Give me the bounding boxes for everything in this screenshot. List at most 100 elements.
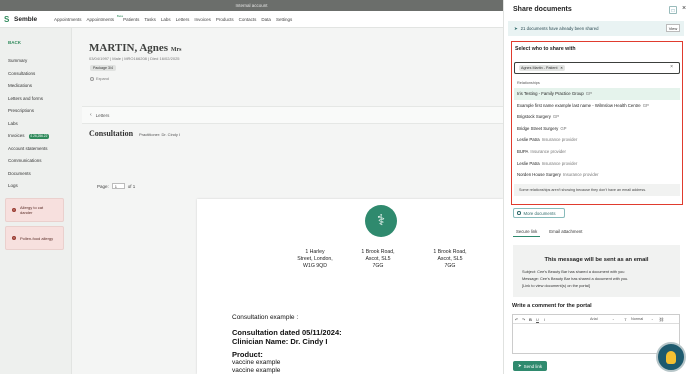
nav-appointments[interactable]: Appointments bbox=[54, 17, 82, 22]
font-select[interactable]: Arial bbox=[590, 317, 612, 321]
comment-editor[interactable]: ↶ ↷ B U I Arial ⌄ T Normal ⌄ ⛓ bbox=[512, 314, 680, 354]
sidebar-item-logs[interactable]: Logs bbox=[0, 180, 71, 193]
allergy-alert: ! Allergy to cat dander bbox=[5, 198, 64, 222]
link-icon[interactable]: ⛓ bbox=[658, 317, 665, 322]
share-documents-panel: Share documents □ × ➤ 21 documents have … bbox=[503, 0, 688, 374]
nav-labs[interactable]: Labs bbox=[161, 17, 171, 22]
sidebar-item-summary[interactable]: Summary bbox=[0, 55, 71, 68]
alert-icon: ! bbox=[12, 208, 16, 212]
sidebar-item-communications[interactable]: Communications bbox=[0, 155, 71, 168]
dropdown-note: Some relationships aren't showing becaus… bbox=[514, 184, 680, 196]
dropdown-option[interactable]: Leslie Patra Insurance provider bbox=[514, 134, 680, 146]
dropdown-option[interactable]: BUPA Insurance provider bbox=[514, 146, 680, 158]
sidebar-item-prescriptions[interactable]: Prescriptions bbox=[0, 105, 71, 118]
expand-toggle[interactable]: Expand bbox=[90, 77, 109, 81]
sidebar-item-invoices[interactable]: Invoices £ 26,256.22 bbox=[0, 130, 71, 143]
tab-secure-link[interactable]: Secure link bbox=[513, 227, 541, 237]
address-line: Ascot, SL5 bbox=[437, 255, 463, 262]
nav-letters[interactable]: Letters bbox=[176, 17, 190, 22]
semble-logo[interactable]: S Semble bbox=[4, 15, 48, 23]
sidebar-item-consultations[interactable]: Consultations bbox=[0, 68, 71, 81]
more-documents-button[interactable]: More documents bbox=[513, 208, 565, 218]
remove-chip-icon[interactable]: × bbox=[560, 66, 562, 70]
send-link-label: Send link bbox=[523, 363, 543, 369]
address-line: 1 Brook Road, bbox=[433, 249, 467, 255]
sidebar-item-documents[interactable]: Documents bbox=[0, 168, 71, 181]
back-link[interactable]: BACK bbox=[8, 40, 71, 45]
nav-products[interactable]: Products bbox=[216, 17, 234, 22]
product-item: vaccine example bbox=[232, 367, 281, 374]
option-name: Iris Testing - Family Practice Group bbox=[517, 91, 584, 96]
sidebar-item-medications[interactable]: Medications bbox=[0, 80, 71, 93]
address-line: 7GG bbox=[372, 262, 384, 269]
sidebar-item-account-statements[interactable]: Account statements bbox=[0, 143, 71, 156]
option-type: GP bbox=[552, 114, 560, 120]
undo-icon[interactable]: ↶ bbox=[513, 317, 520, 322]
allergy-alert: ! Pollen-food allergy bbox=[5, 226, 64, 250]
patient-meta: 03/04/1997 | Male | MRO166208 | Died 16/… bbox=[89, 56, 180, 61]
email-message-line: Message: Cee's Beauty Bar has shared a d… bbox=[522, 276, 629, 281]
view-button[interactable]: View bbox=[666, 24, 680, 32]
dropdown-option[interactable]: Brigstock Surgery GP bbox=[514, 111, 680, 123]
dropdown-option[interactable]: Bridge Street Surgery GP bbox=[514, 123, 680, 135]
tab-email-attachment[interactable]: Email attachment bbox=[546, 227, 585, 237]
dropdown-option[interactable]: Norden House Surgery Insurance provider bbox=[514, 169, 680, 181]
sidebar-item-labs[interactable]: Labs bbox=[0, 118, 71, 131]
consultation-example-text: Consultation example : bbox=[232, 314, 299, 321]
breadcrumb-link[interactable]: Letters bbox=[96, 113, 110, 118]
recipient-select[interactable]: Agnes Martin - Patient × × bbox=[514, 62, 680, 74]
clear-icon[interactable]: × bbox=[670, 64, 673, 70]
nav-settings[interactable]: Settings bbox=[276, 17, 292, 22]
send-link-button[interactable]: ➤ Send link bbox=[513, 361, 547, 371]
back-arrow-icon[interactable]: ‹ bbox=[90, 112, 92, 118]
sidebar-item-label: Account statements bbox=[8, 145, 48, 151]
close-icon[interactable]: × bbox=[682, 5, 686, 12]
expand-panel-icon[interactable]: □ bbox=[669, 6, 677, 14]
comment-label: Write a comment for the portal bbox=[512, 303, 592, 309]
dropdown-option[interactable]: Example first name example last name - W… bbox=[514, 100, 680, 112]
sidebar-item-label: Letters and forms bbox=[8, 95, 44, 101]
email-preview-title: This message will be sent as an email bbox=[544, 257, 649, 263]
italic-icon[interactable]: I bbox=[541, 317, 548, 322]
nav-appointments-beta[interactable]: Appointments Beta bbox=[87, 14, 124, 22]
sidebar-item-label: Documents bbox=[8, 170, 31, 176]
more-documents-label: More documents bbox=[523, 210, 556, 216]
product-item: vaccine example bbox=[232, 359, 281, 366]
nav-data[interactable]: Data bbox=[261, 17, 271, 22]
sidebar-item-label: Consultations bbox=[8, 70, 36, 76]
consultation-dated-text: Consultation dated 05/11/2024: bbox=[232, 328, 342, 337]
nav-contacts[interactable]: Contacts bbox=[239, 17, 257, 22]
redo-icon[interactable]: ↷ bbox=[520, 317, 527, 322]
dropdown-option[interactable]: Leslie Patra Insurance provider bbox=[514, 158, 680, 170]
underline-icon[interactable]: U bbox=[534, 317, 541, 322]
nav-tasks[interactable]: Tasks bbox=[144, 17, 156, 22]
patient-name-text: MARTIN, Agnes bbox=[89, 42, 169, 54]
size-select[interactable]: Normal bbox=[631, 317, 651, 321]
allergy-alert-text: Pollen-food allergy bbox=[20, 235, 54, 241]
brand-name: Semble bbox=[14, 15, 38, 23]
document-preview: ⚕ 1 Harley Street, London, W1G 9QD 1 Bro… bbox=[197, 199, 503, 374]
email-link-line: [Link to view document(s) on the portal] bbox=[522, 283, 590, 288]
option-name: Norden House Surgery bbox=[517, 172, 561, 178]
dropdown-option[interactable]: Iris Testing - Family Practice Group GP bbox=[514, 88, 680, 100]
sidebar-list: Summary Consultations Medications Letter… bbox=[0, 55, 71, 193]
banner-text: Internal account bbox=[235, 3, 268, 8]
send-icon: ➤ bbox=[514, 25, 518, 31]
product-label: Product: bbox=[232, 350, 263, 359]
relationships-dropdown: Relationships Iris Testing - Family Prac… bbox=[514, 78, 680, 202]
address-line: 7GG bbox=[444, 262, 456, 269]
expand-icon bbox=[90, 77, 94, 81]
page-number-input[interactable]: 1 bbox=[111, 183, 125, 189]
share-label: Select who to share with bbox=[515, 46, 576, 52]
sidebar-item-letters-and-forms[interactable]: Letters and forms bbox=[0, 93, 71, 106]
option-name: Example first name example last name - W… bbox=[517, 102, 641, 108]
nav-patients[interactable]: Patients bbox=[123, 17, 139, 22]
chevron-down-icon: ⌄ bbox=[651, 317, 654, 321]
bold-icon[interactable]: B bbox=[527, 317, 534, 322]
help-lightbulb-icon[interactable] bbox=[656, 342, 686, 372]
pager-label: Page: bbox=[97, 183, 109, 189]
share-recipient-box: Select who to share with Agnes Martin - … bbox=[511, 41, 683, 205]
dropdown-header: Relationships bbox=[517, 81, 540, 85]
text-color-icon[interactable]: T bbox=[622, 317, 629, 322]
nav-invoices[interactable]: Invoices bbox=[194, 17, 211, 22]
